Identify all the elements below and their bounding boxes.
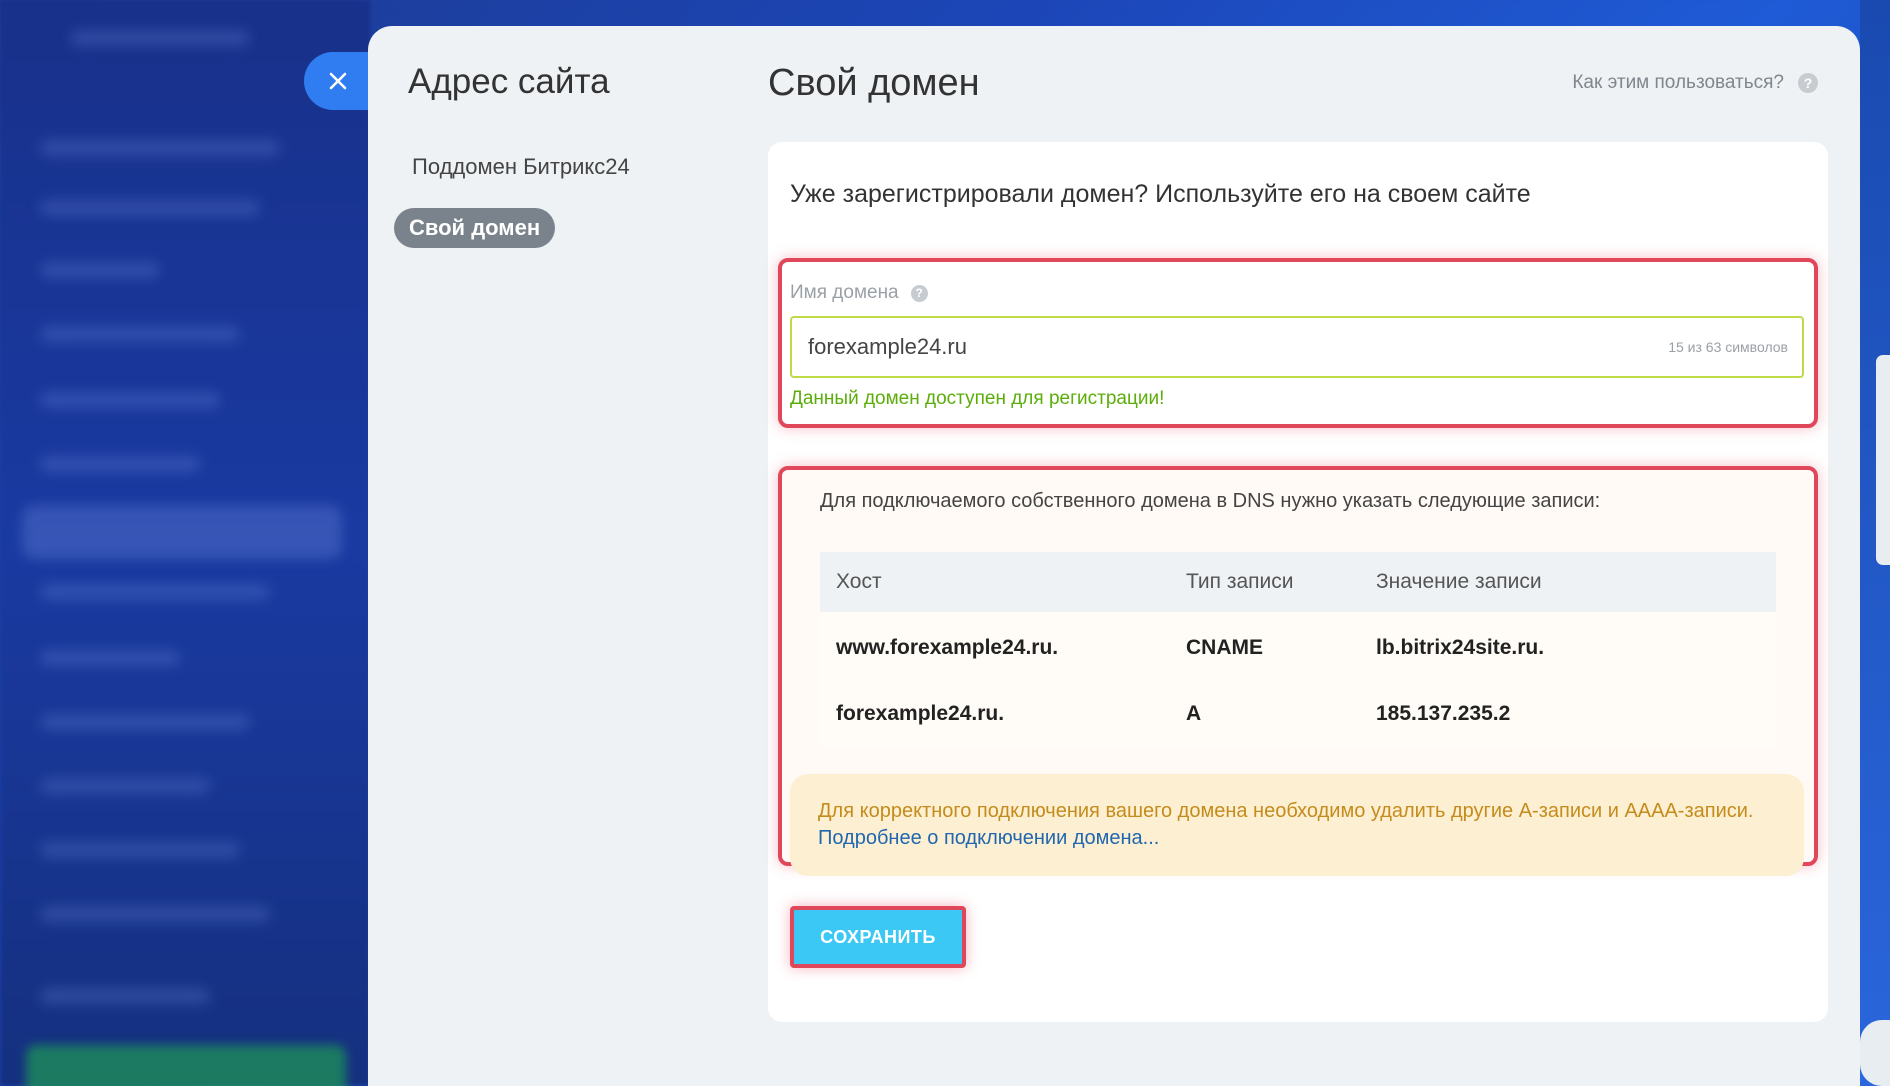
warning-text: Для корректного подключения вашего домен… (818, 800, 1754, 822)
help-link-label: Как этим пользоваться? (1572, 72, 1784, 93)
nav-title: Адрес сайта (408, 62, 610, 101)
background-scroll-handle (1876, 355, 1890, 565)
background-round-button (1860, 1020, 1890, 1086)
column-host: Хост (820, 552, 1170, 612)
row-host: forexample24.ru. (820, 680, 1170, 748)
nav-item-own-domain[interactable]: Свой домен (394, 208, 556, 248)
table-row: www.forexample24.ru. CNAME lb.bitrix24si… (820, 612, 1776, 680)
domain-char-counter: 15 из 63 символов (1668, 339, 1788, 355)
slider-panel: Адрес сайта Поддомен Битрикс24 Свой доме… (368, 26, 1860, 1086)
table-row: forexample24.ru. A 185.137.235.2 (820, 680, 1776, 748)
page-title: Свой домен (768, 62, 980, 104)
dns-table-header: Хост Тип записи Значение записи (820, 552, 1776, 612)
domain-status-message: Данный домен доступен для регистрации! (790, 388, 1165, 409)
row-type: A (1170, 680, 1360, 748)
row-type: CNAME (1170, 612, 1360, 680)
domain-input-value[interactable]: forexample24.ru (808, 334, 967, 360)
close-icon (329, 72, 347, 90)
domain-label: Имя домена ? (790, 282, 928, 304)
background-green-button (26, 1045, 346, 1086)
row-value: 185.137.235.2 (1360, 680, 1776, 748)
warning-alert: Для корректного подключения вашего домен… (790, 774, 1804, 876)
domain-connection-help-link[interactable]: Подробнее о подключении домена... (818, 827, 1159, 849)
row-value: lb.bitrix24site.ru. (1360, 612, 1776, 680)
background-active-item (22, 505, 342, 559)
column-record-type: Тип записи (1170, 552, 1360, 612)
dns-table: Хост Тип записи Значение записи www.fore… (820, 552, 1776, 748)
domain-label-text: Имя домена (790, 282, 899, 303)
question-icon[interactable]: ? (910, 284, 928, 302)
close-button[interactable] (304, 52, 376, 110)
nav-item-bitrix-subdomain[interactable]: Поддомен Битрикс24 (412, 154, 630, 180)
save-button[interactable]: СОХРАНИТЬ (790, 906, 966, 968)
dns-intro: Для подключаемого собственного домена в … (820, 490, 1601, 512)
content-card: Уже зарегистрировали домен? Используйте … (768, 142, 1828, 1022)
domain-input[interactable]: forexample24.ru 15 из 63 символов (790, 316, 1804, 378)
row-host: www.forexample24.ru. (820, 612, 1170, 680)
column-record-value: Значение записи (1360, 552, 1776, 612)
question-icon: ? (1798, 73, 1818, 93)
form-heading: Уже зарегистрировали домен? Используйте … (790, 180, 1531, 208)
help-link[interactable]: Как этим пользоваться? ? (1572, 72, 1818, 94)
